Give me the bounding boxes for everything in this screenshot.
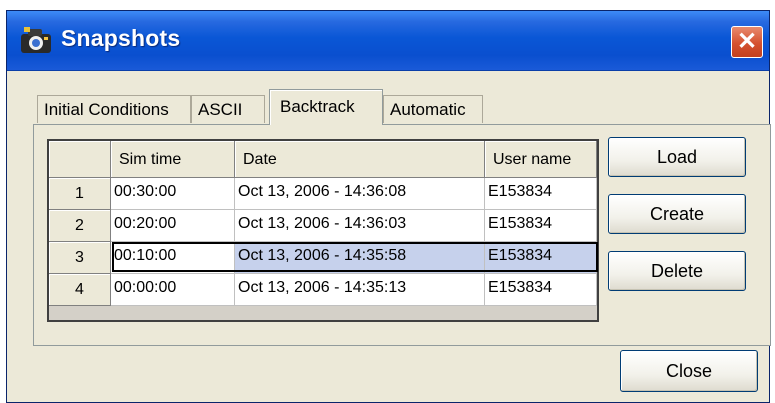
column-header-user-name[interactable]: User name	[485, 141, 597, 178]
cell-sim-time[interactable]: 00:10:00	[111, 242, 235, 274]
cell-sim-time[interactable]: 00:20:00	[111, 210, 235, 242]
snapshots-table[interactable]: Sim time Date User name 1 00:30:00 Oct 1…	[47, 139, 599, 322]
title-bar[interactable]: Snapshots ✕	[7, 11, 769, 71]
cell-date[interactable]: Oct 13, 2006 - 14:35:13	[235, 274, 485, 306]
camera-icon	[21, 27, 51, 53]
tab-backtrack[interactable]: Backtrack	[269, 89, 383, 125]
cell-user-name[interactable]: E153834	[485, 274, 597, 306]
cell-date[interactable]: Oct 13, 2006 - 14:35:58	[235, 242, 485, 274]
column-header-date[interactable]: Date	[235, 141, 485, 178]
window-title: Snapshots	[61, 25, 181, 51]
cell-user-name[interactable]: E153834	[485, 178, 597, 210]
cell-user-name[interactable]: E153834	[485, 242, 597, 274]
row-number[interactable]: 1	[49, 178, 111, 210]
delete-button[interactable]: Delete	[608, 251, 746, 291]
cell-sim-time[interactable]: 00:00:00	[111, 274, 235, 306]
row-number[interactable]: 4	[49, 274, 111, 306]
corner-header	[49, 141, 111, 178]
close-button[interactable]: Close	[620, 350, 758, 392]
row-number[interactable]: 2	[49, 210, 111, 242]
column-header-sim-time[interactable]: Sim time	[111, 141, 235, 178]
tab-initial-conditions[interactable]: Initial Conditions	[37, 95, 191, 123]
load-button[interactable]: Load	[608, 137, 746, 177]
row-number[interactable]: 3	[49, 242, 111, 274]
cell-user-name[interactable]: E153834	[485, 210, 597, 242]
create-button[interactable]: Create	[608, 194, 746, 234]
cell-date[interactable]: Oct 13, 2006 - 14:36:03	[235, 210, 485, 242]
tab-automatic[interactable]: Automatic	[383, 95, 483, 123]
cell-sim-time[interactable]: 00:30:00	[111, 178, 235, 210]
tab-ascii[interactable]: ASCII	[191, 95, 265, 123]
close-icon[interactable]: ✕	[731, 26, 763, 58]
cell-date[interactable]: Oct 13, 2006 - 14:36:08	[235, 178, 485, 210]
